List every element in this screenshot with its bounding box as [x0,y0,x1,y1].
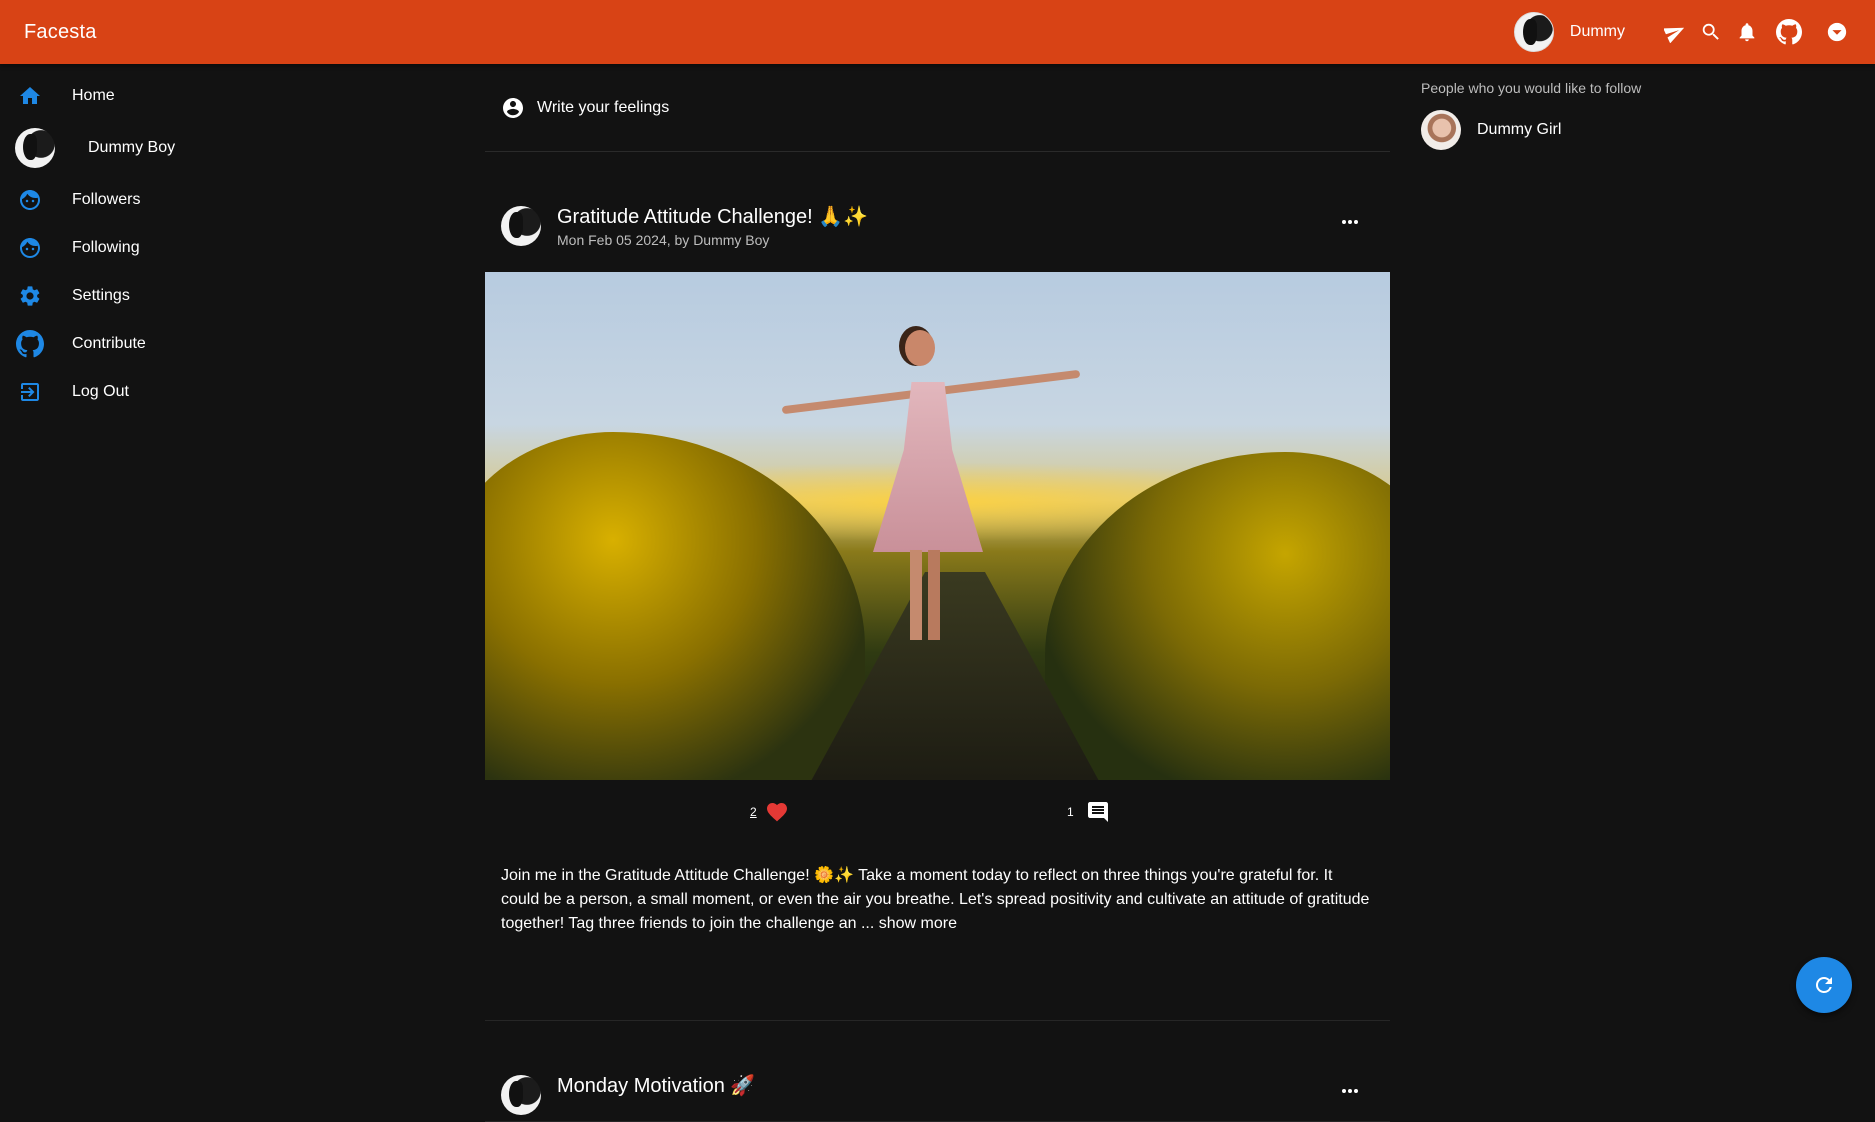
sidebar-item-following[interactable]: Following [0,224,340,272]
post-card: Gratitude Attitude Challenge! 🙏✨ Mon Feb… [485,152,1390,1021]
follow-suggestions: People who you would like to follow Dumm… [1421,64,1721,150]
post-actions: 2 1 [485,780,1390,844]
feed: Write your feelings Gratitude Attitude C… [485,64,1390,1122]
image-figure-legs [910,550,940,640]
comments-count: 1 [1067,805,1074,819]
heart-icon[interactable] [765,800,789,824]
sidebar-item-label: Followers [72,191,141,208]
avatar[interactable] [501,206,541,246]
face-icon [16,234,44,262]
post-header: Monday Motivation 🚀 [485,1021,1390,1121]
gear-icon [16,282,44,310]
user-avatar[interactable] [1513,12,1554,52]
sidebar-item-home[interactable]: Home [0,72,340,120]
suggestion-name: Dummy Girl [1477,121,1562,138]
show-more-link[interactable]: show more [879,915,957,932]
home-icon [16,82,44,110]
search-icon[interactable] [1699,20,1723,44]
face-icon [16,186,44,214]
sidebar-item-label: Dummy Boy [88,139,176,156]
post-composer[interactable]: Write your feelings [485,64,1390,152]
sidebar-item-label: Contribute [72,335,146,352]
account-circle-icon [501,96,525,120]
appbar-username[interactable]: Dummy [1570,23,1625,41]
refresh-button[interactable] [1796,957,1852,1013]
app-bar-actions: Dummy [1513,0,1849,64]
suggestion-item[interactable]: Dummy Girl [1421,110,1721,150]
image-figure-head [905,330,935,366]
comment-icon[interactable] [1086,800,1110,824]
chevron-down-icon[interactable] [1825,20,1849,44]
github-icon [16,330,44,358]
bell-icon[interactable] [1735,20,1759,44]
comments: 1 [1067,800,1110,824]
sidebar: Home Dummy Boy Followers Following Setti… [0,64,340,416]
suggestions-title: People who you would like to follow [1421,80,1642,96]
post-card: Monday Motivation 🚀 [485,1021,1390,1122]
sidebar-item-label: Following [72,239,140,256]
sidebar-item-label: Home [72,87,115,104]
logout-icon [16,378,44,406]
sidebar-item-logout[interactable]: Log Out [0,368,340,416]
app-bar: Facesta Dummy [0,0,1875,64]
sidebar-item-settings[interactable]: Settings [0,272,340,320]
composer-placeholder: Write your feelings [537,98,670,116]
more-horizontal-icon[interactable] [1338,1079,1362,1103]
avatar[interactable] [501,1075,541,1115]
likes-count[interactable]: 2 [750,805,757,819]
sidebar-item-profile[interactable]: Dummy Boy [0,120,340,176]
sidebar-item-label: Log Out [72,383,129,400]
more-horizontal-icon[interactable] [1338,210,1362,234]
post-title: Gratitude Attitude Challenge! 🙏✨ [557,206,869,228]
github-icon[interactable] [1775,18,1803,46]
sidebar-item-contribute[interactable]: Contribute [0,320,340,368]
refresh-icon [1815,977,1832,993]
likes: 2 [750,800,789,824]
post-image[interactable] [485,272,1390,780]
post-title: Monday Motivation 🚀 [557,1075,756,1097]
avatar [1421,110,1461,150]
send-icon[interactable] [1663,20,1687,44]
post-meta: Mon Feb 05 2024, by Dummy Boy [557,232,770,248]
post-header: Gratitude Attitude Challenge! 🙏✨ Mon Feb… [485,152,1390,272]
post-body: Join me in the Gratitude Attitude Challe… [485,844,1390,1020]
sidebar-item-followers[interactable]: Followers [0,176,340,224]
app-title[interactable]: Facesta [24,21,97,44]
avatar [15,128,55,168]
sidebar-item-label: Settings [72,287,130,304]
